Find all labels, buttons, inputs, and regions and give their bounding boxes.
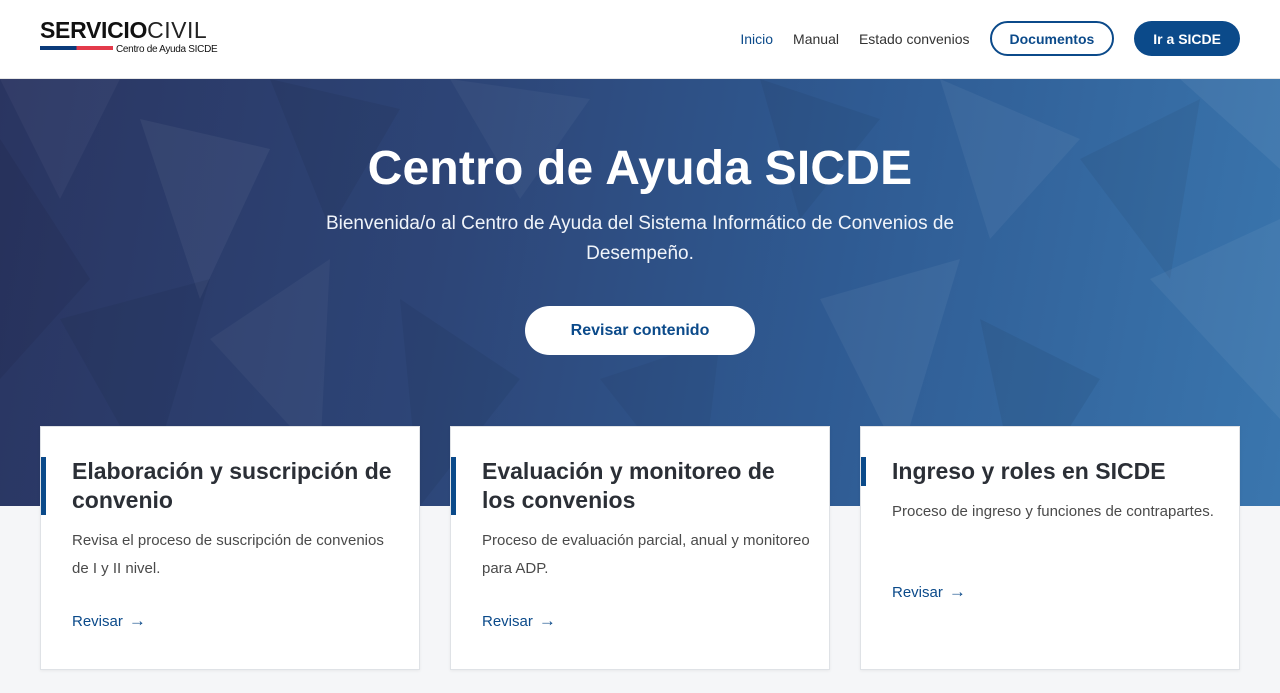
arrow-right-icon: →	[128, 611, 146, 630]
card-ingreso-roles: Ingreso y roles en SICDE Proceso de ingr…	[860, 426, 1240, 670]
card-description: Proceso de ingreso y funciones de contra…	[892, 503, 1214, 520]
logo-wordmark: SERVICIOCIVIL	[40, 17, 208, 43]
card-accent-bar	[41, 457, 46, 515]
card-link-label: Revisar	[72, 612, 123, 630]
logo-subtitle: Centro de Ayuda SICDE	[116, 44, 218, 55]
card-accent-bar	[451, 457, 456, 515]
hero-title: Centro de Ayuda SICDE	[367, 142, 913, 195]
card-title: Ingreso y roles en SICDE	[892, 458, 1166, 484]
card-title: Evaluación y monitoreo de los convenios	[482, 458, 775, 513]
card-description: Revisa el proceso de suscripción de conv…	[72, 532, 384, 577]
nav-link-manual[interactable]: Manual	[793, 31, 839, 47]
card-link-label: Revisar	[482, 612, 533, 630]
site-header: SERVICIOCIVIL Centro de Ayuda SICDE Inic…	[0, 0, 1280, 79]
nav-link-inicio[interactable]: Inicio	[740, 31, 773, 47]
logo-underline	[40, 46, 113, 50]
arrow-right-icon: →	[538, 611, 556, 630]
card-evaluacion: Evaluación y monitoreo de los convenios …	[450, 426, 830, 670]
card-accent-bar	[861, 457, 866, 486]
card-elaboracion: Elaboración y suscripción de convenio Re…	[40, 426, 420, 670]
ir-a-sicde-button[interactable]: Ir a SICDE	[1134, 21, 1240, 56]
revisar-contenido-button[interactable]: Revisar contenido	[525, 306, 755, 355]
servicio-civil-logo[interactable]: SERVICIOCIVIL Centro de Ayuda SICDE	[40, 18, 225, 58]
documentos-button[interactable]: Documentos	[989, 21, 1115, 56]
main-nav: Inicio Manual Estado convenios Documento…	[740, 21, 1240, 56]
card-description: Proceso de evaluación parcial, anual y m…	[482, 532, 810, 577]
hero-subtitle: Bienvenida/o al Centro de Ayuda del Sist…	[325, 213, 955, 264]
card-revisar-link[interactable]: Revisar →	[72, 611, 146, 631]
card-revisar-link[interactable]: Revisar →	[892, 582, 966, 602]
card-revisar-link[interactable]: Revisar →	[482, 611, 556, 631]
arrow-right-icon: →	[948, 582, 966, 601]
card-link-label: Revisar	[892, 583, 943, 601]
nav-link-estado-convenios[interactable]: Estado convenios	[859, 31, 970, 47]
card-title: Elaboración y suscripción de convenio	[72, 458, 392, 513]
